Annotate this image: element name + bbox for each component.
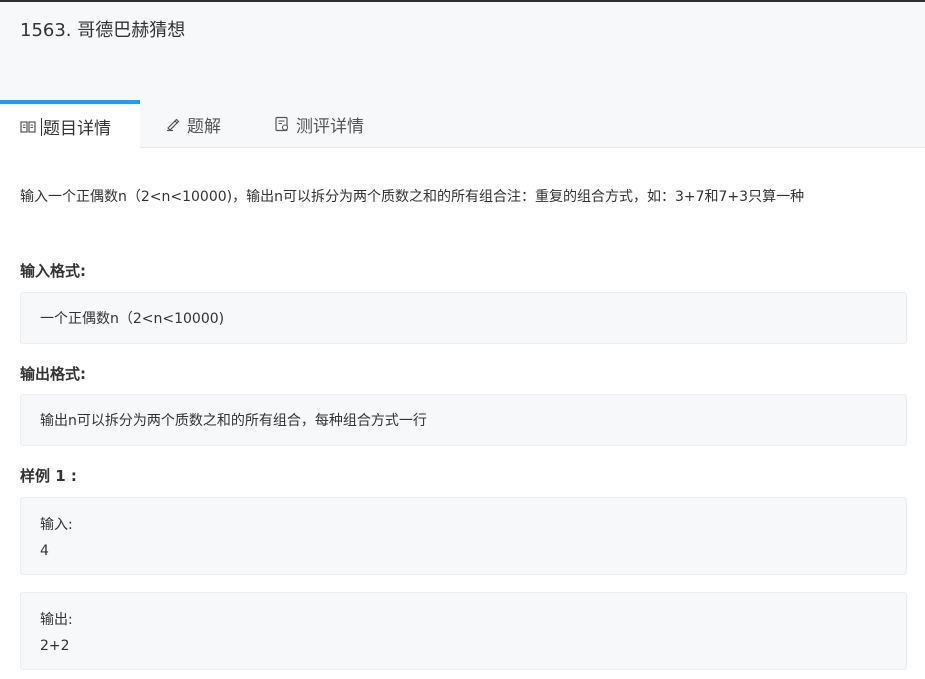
sample-input-value: 4: [40, 543, 49, 559]
input-format-heading: 输入格式:: [20, 262, 86, 280]
sample-input-box: 输入: 4: [20, 497, 907, 575]
sample-input-label: 输入:: [40, 517, 73, 533]
text-cursor: [41, 117, 42, 136]
problem-header: 1563. 哥德巴赫猜想: [0, 2, 925, 100]
output-format-text: 输出n可以拆分为两个质数之和的所有组合，每种组合方式一行: [40, 413, 427, 429]
problem-page: 1563. 哥德巴赫猜想 题目详情 题解 测评详情 输入一个正偶数n（2<n<1…: [0, 0, 925, 679]
output-format-heading: 输出格式:: [20, 365, 86, 383]
page-title: 1563. 哥德巴赫猜想: [20, 20, 186, 41]
tab-problem-details[interactable]: 题目详情: [0, 100, 140, 149]
input-format-text: 一个正偶数n（2<n<10000): [40, 311, 225, 327]
sample-heading: 样例 1 :: [20, 467, 77, 485]
tab-bar: 题目详情 题解 测评详情: [0, 100, 925, 149]
tab-judge-details[interactable]: 测评详情: [274, 100, 364, 148]
sample-output-box: 输出: 2+2: [20, 592, 907, 670]
report-icon: [274, 116, 290, 132]
problem-description: 输入一个正偶数n（2<n<10000)，输出n可以拆分为两个质数之和的所有组合注…: [20, 189, 805, 205]
book-icon: [20, 119, 36, 135]
output-format-box: 输出n可以拆分为两个质数之和的所有组合，每种组合方式一行: [20, 394, 907, 446]
sample-output-value: 2+2: [40, 638, 70, 654]
tab-solutions[interactable]: 题解: [165, 100, 221, 148]
tab-label: 题解: [187, 116, 221, 137]
sample-output-label: 输出:: [40, 612, 73, 628]
tab-label: 测评详情: [296, 116, 364, 137]
input-format-box: 一个正偶数n（2<n<10000): [20, 292, 907, 344]
pen-icon: [165, 116, 181, 132]
tab-label: 题目详情: [43, 119, 111, 139]
